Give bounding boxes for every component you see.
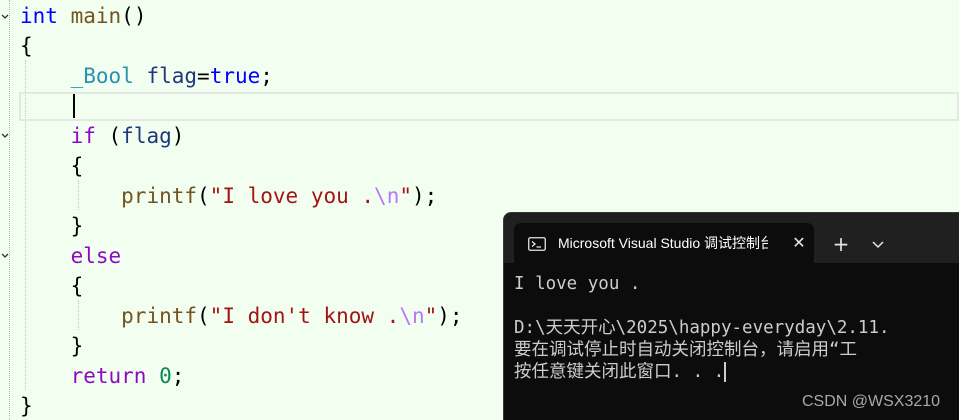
code-line-3: _Bool flag=true; [70, 64, 273, 88]
fold-chevron-icon[interactable] [0, 10, 10, 24]
watermark: CSDN @WSX3210 [802, 393, 941, 410]
code-line-2: { [20, 34, 33, 58]
console-line: D:\天天开心\2025\happy-everyday\2.11. [514, 318, 890, 338]
code-line-1: int main() [20, 4, 147, 28]
console-output[interactable]: I love you . D:\天天开心\2025\happy-everyday… [514, 273, 959, 383]
code-line-7: printf("I love you .\n"); [121, 184, 438, 208]
code-line-10: { [70, 274, 84, 298]
chevron-down-icon[interactable] [868, 233, 888, 255]
console-tab-title: Microsoft Visual Studio 调试控制台 [558, 235, 768, 251]
code-line-12: } [70, 334, 84, 358]
close-tab-button[interactable]: ✕ [790, 234, 808, 252]
fold-chevron-icon[interactable] [0, 249, 10, 263]
current-line-highlight [19, 92, 959, 121]
code-line-6: { [70, 154, 84, 178]
fold-chevron-icon[interactable] [0, 129, 10, 143]
code-line-13: return 0; [70, 364, 185, 388]
terminal-icon [528, 236, 546, 251]
new-tab-button[interactable]: + [830, 233, 852, 255]
code-line-14: } [20, 394, 33, 418]
code-line-8: } [70, 214, 84, 238]
console-tab[interactable]: Microsoft Visual Studio 调试控制台 ✕ [514, 223, 814, 263]
console-tab-bar: Microsoft Visual Studio 调试控制台 ✕ + [504, 213, 959, 263]
debug-console-window[interactable]: Microsoft Visual Studio 调试控制台 ✕ + I love… [503, 212, 959, 420]
code-line-5: if (flag) [70, 124, 185, 148]
console-line: 要在调试停止时自动关闭控制台，请启用“工 [514, 340, 858, 360]
outline-margin [9, 0, 10, 420]
console-cursor [724, 362, 727, 382]
code-line-11: printf("I don't know .\n"); [121, 304, 463, 328]
console-line: 按任意键关闭此窗口. . . [514, 362, 725, 382]
code-line-9: else [70, 244, 122, 268]
text-caret [73, 94, 75, 118]
console-line-last: 按任意键关闭此窗口. . . [514, 361, 959, 383]
console-line: I love you . [514, 274, 641, 294]
